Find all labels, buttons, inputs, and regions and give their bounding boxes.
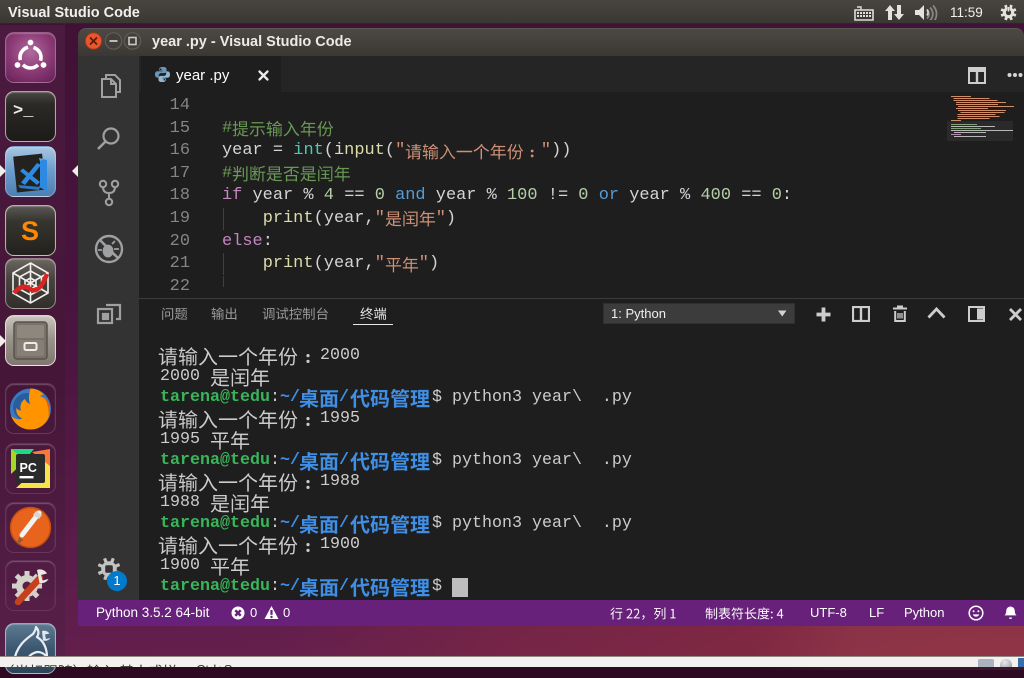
svg-text:>_: >_ [13,102,34,121]
svg-text:PC: PC [20,461,37,475]
svg-text:S: S [21,216,39,246]
